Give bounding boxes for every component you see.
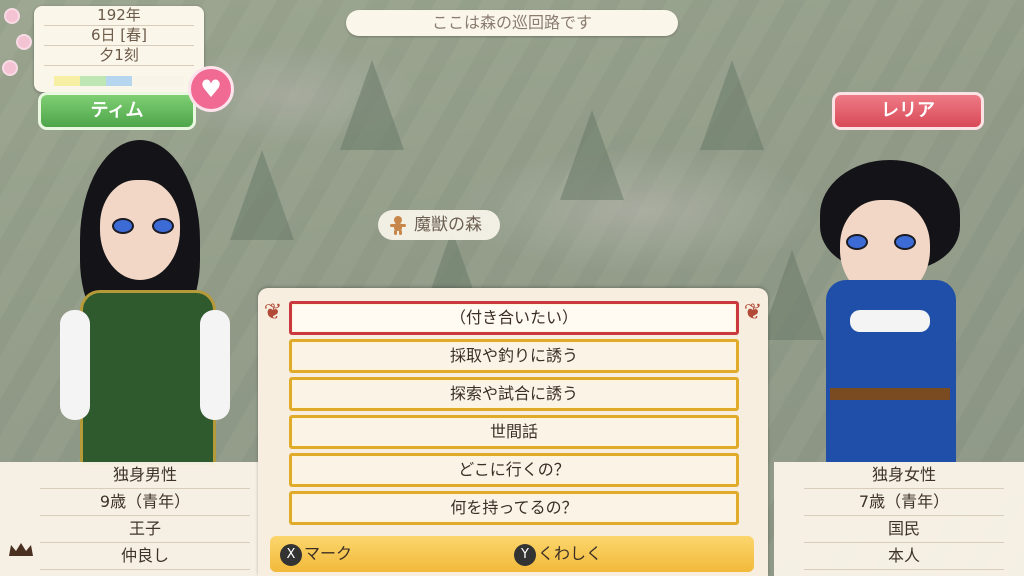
info-relationship: 仲良し: [40, 543, 250, 570]
time-label: 夕1刻: [44, 46, 194, 66]
choice-date[interactable]: （付き合いたい）: [289, 301, 739, 335]
heart-icon: ♥: [188, 66, 234, 112]
weather-bar: [54, 76, 184, 86]
info-title: 王子: [40, 516, 250, 543]
right-character-name: レリア: [832, 92, 984, 130]
choice-explore-match[interactable]: 探索や試合に誘う: [289, 377, 739, 411]
weather-segment: [158, 76, 184, 86]
map-marker-label: 魔獣の森: [414, 215, 482, 235]
y-button-icon: Y: [514, 543, 536, 566]
day-label: 6日 [春]: [44, 26, 194, 46]
gingerbread-icon: [390, 216, 406, 235]
x-button-icon: X: [280, 543, 302, 566]
info-age: 9歳（青年）: [40, 489, 250, 516]
details-button[interactable]: Y くわしく: [514, 542, 602, 566]
ornament-right-icon: ❦: [743, 300, 763, 325]
info-status: 独身女性: [804, 462, 1004, 489]
choice-gather-fish[interactable]: 採取や釣りに誘う: [289, 339, 739, 373]
right-character-info: 独身女性 7歳（青年） 国民 本人: [774, 462, 1024, 576]
info-age: 7歳（青年）: [804, 489, 1004, 516]
weather-segment: [106, 76, 132, 86]
map-marker[interactable]: 魔獣の森: [378, 210, 500, 240]
choice-what-holding[interactable]: 何を持ってるの？: [289, 491, 739, 525]
weather-segment: [80, 76, 106, 86]
tree: [340, 60, 404, 150]
info-relationship: 本人: [804, 543, 1004, 570]
choice-where-going[interactable]: どこに行くの？: [289, 453, 739, 487]
date-panel: 192年 6日 [春] 夕1刻: [34, 6, 204, 92]
ornament-left-icon: ❦: [263, 300, 283, 325]
button-hint-bar: X マーク Y くわしく: [270, 536, 754, 572]
left-character-name: ティム: [38, 92, 196, 130]
mark-button[interactable]: X マーク: [280, 542, 352, 566]
crown-icon: [9, 543, 33, 556]
mark-label: マーク: [304, 544, 353, 563]
right-character-portrait: [790, 160, 990, 462]
year-label: 192年: [44, 6, 194, 26]
info-status: 独身男性: [40, 462, 250, 489]
choice-small-talk[interactable]: 世間話: [289, 415, 739, 449]
weather-segment: [54, 76, 80, 86]
info-title: 国民: [804, 516, 1004, 543]
weather-segment: [132, 76, 158, 86]
location-banner: ここは森の巡回路です: [346, 10, 678, 36]
choice-dialog: ❦ ❦ （付き合いたい） 採取や釣りに誘う 探索や試合に誘う 世間話 どこに行く…: [258, 288, 768, 576]
left-character-info: 独身男性 9歳（青年） 王子 仲良し: [0, 462, 258, 576]
details-label: くわしく: [538, 544, 603, 563]
left-character-portrait: [60, 140, 240, 468]
tree: [700, 60, 764, 150]
tree: [560, 110, 624, 200]
